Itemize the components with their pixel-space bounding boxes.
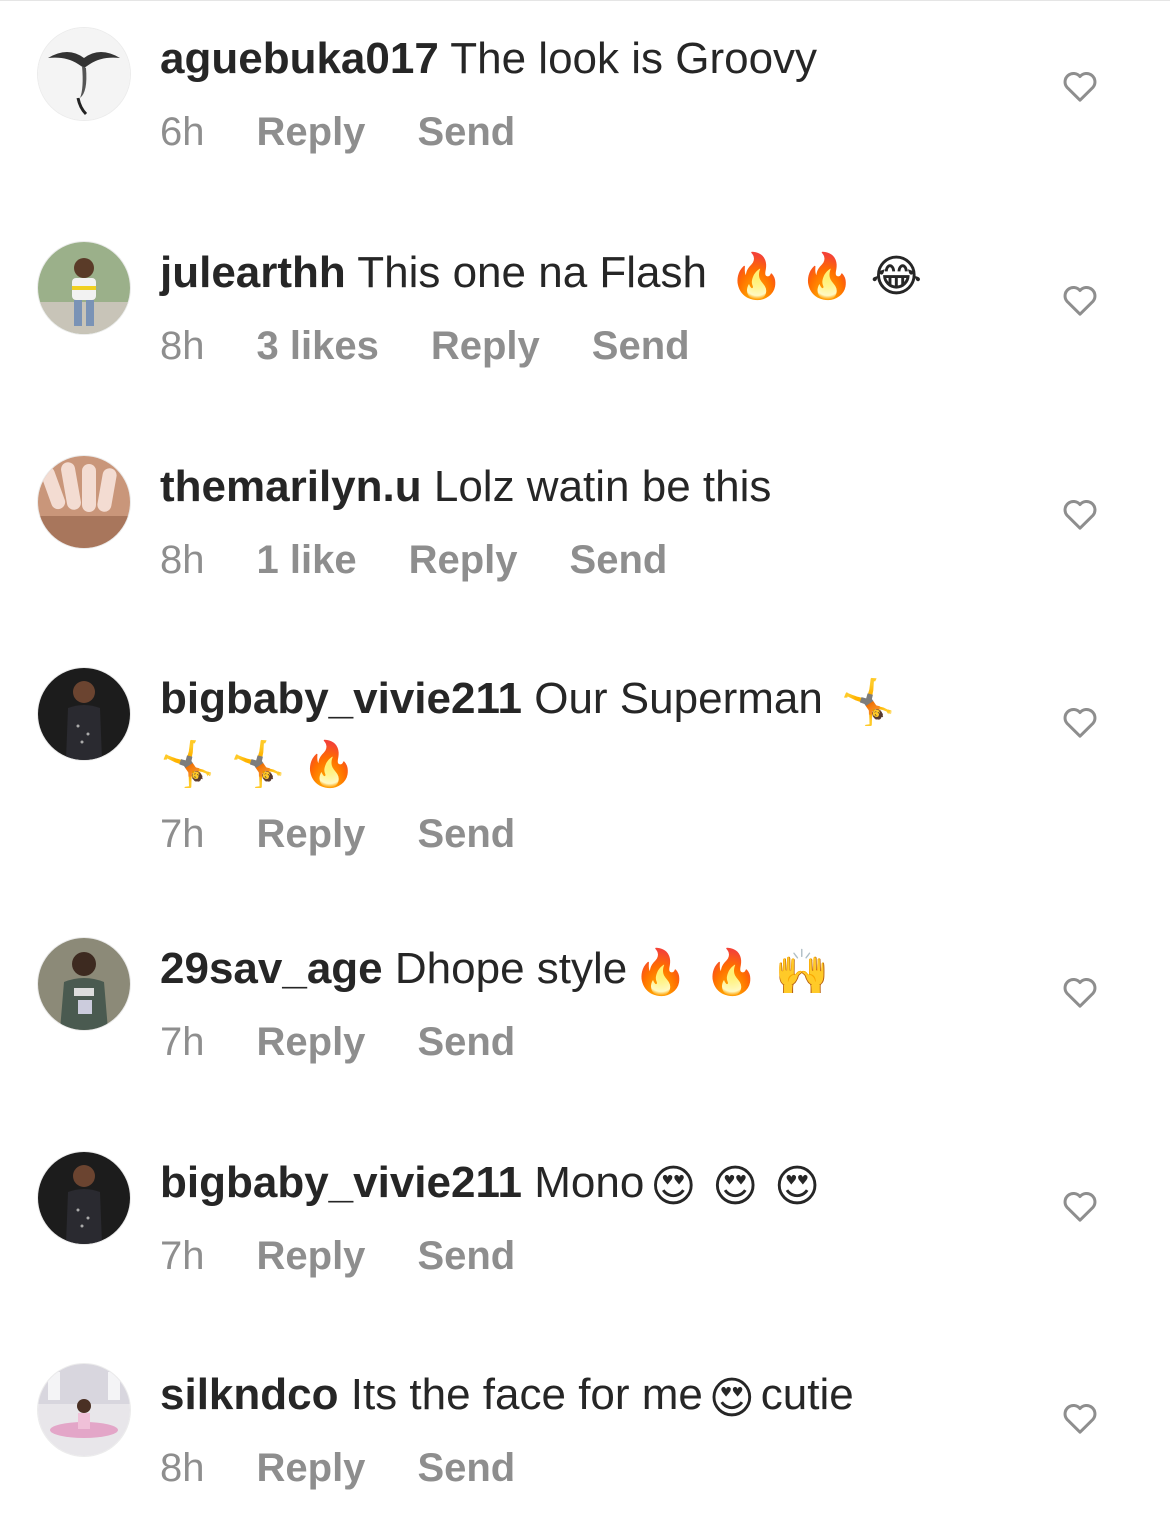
comment-text: bigbaby_vivie211 Our Superman 🤸 🤸 🤸 🔥 — [160, 668, 1000, 792]
comment-meta: 8h 1 like Reply Send — [160, 536, 1000, 584]
fire-emoji: 🔥 — [799, 252, 855, 301]
send-button[interactable]: Send — [417, 1232, 515, 1280]
raised-hands-emoji: 🙌 — [774, 948, 830, 997]
comment-message: Dhope style — [394, 944, 628, 993]
comments-list: aguebuka017 The look is Groovy 6h Reply … — [0, 0, 1170, 1525]
person-avatar-icon[interactable] — [38, 242, 130, 334]
comment-username[interactable]: 29sav_age — [160, 944, 383, 993]
comment-username[interactable]: bigbaby_vivie211 — [160, 1158, 522, 1207]
comment-meta: 7h Reply Send — [160, 1018, 1000, 1066]
comment-body: aguebuka017 The look is Groovy 6h Reply … — [160, 28, 1000, 156]
comment-message: Mono — [534, 1158, 645, 1207]
comment-text: bigbaby_vivie211 Mono 😍 😍 😍 — [160, 1152, 1000, 1214]
send-button[interactable]: Send — [417, 108, 515, 156]
room-avatar-icon[interactable] — [38, 1364, 130, 1456]
send-button[interactable]: Send — [570, 536, 668, 584]
comment-username[interactable]: bigbaby_vivie211 — [160, 674, 522, 723]
comment-message-suffix: cutie — [760, 1370, 854, 1419]
comment-username[interactable]: silkndco — [160, 1370, 339, 1419]
heart-outline-icon[interactable] — [1060, 494, 1100, 534]
cartwheel-emoji: 🤸 — [230, 740, 286, 789]
eagle-avatar-icon[interactable] — [38, 28, 130, 120]
heart-outline-icon[interactable] — [1060, 1398, 1100, 1438]
comment-time: 8h — [160, 1446, 205, 1490]
comment-meta: 7h Reply Send — [160, 1232, 1000, 1280]
person-avatar-icon[interactable] — [38, 938, 130, 1030]
comment-body: bigbaby_vivie211 Mono 😍 😍 😍 7h Reply Send — [160, 1152, 1000, 1280]
comment-body: themarilyn.u Lolz watin be this 8h 1 lik… — [160, 456, 1000, 584]
comment-text: aguebuka017 The look is Groovy — [160, 28, 1000, 90]
send-button[interactable]: Send — [592, 322, 690, 370]
comment-body: bigbaby_vivie211 Our Superman 🤸 🤸 🤸 🔥 7h Rep… — [160, 668, 1000, 858]
cartwheel-emoji: 🤸 — [840, 678, 896, 727]
laughing-emoji: 😂 — [870, 252, 922, 301]
comment-time: 7h — [160, 1234, 205, 1278]
comment-meta: 8h 3 likes Reply Send — [160, 322, 1000, 370]
heart-eyes-emoji: 😍 — [708, 1374, 755, 1423]
comment-message: The look is Groovy — [450, 34, 818, 83]
fire-emoji: 🔥 — [728, 252, 784, 301]
comment-likes[interactable]: 1 like — [257, 536, 357, 584]
comment-message: Our Superman — [534, 674, 823, 723]
send-button[interactable]: Send — [417, 1444, 515, 1492]
comment-time: 6h — [160, 110, 205, 154]
reply-button[interactable]: Reply — [257, 810, 366, 858]
comment-meta: 8h Reply Send — [160, 1444, 1000, 1492]
reply-button[interactable]: Reply — [257, 108, 366, 156]
heart-outline-icon[interactable] — [1060, 702, 1100, 742]
heart-eyes-emoji: 😍 — [650, 1162, 697, 1211]
comment-username[interactable]: julearthh — [160, 248, 346, 297]
comment-time: 8h — [160, 538, 205, 582]
send-button[interactable]: Send — [417, 1018, 515, 1066]
comment-message: Lolz watin be this — [433, 462, 772, 511]
comment-text: silkndco Its the face for me 😍 cutie — [160, 1364, 1000, 1426]
heart-outline-icon[interactable] — [1060, 280, 1100, 320]
heart-outline-icon[interactable] — [1060, 66, 1100, 106]
comment-text: 29sav_age Dhope style 🔥 🔥 🙌 — [160, 938, 1000, 1000]
comment-time: 7h — [160, 812, 205, 856]
comment-text: julearthh This one na Flash 🔥 🔥 😂 — [160, 242, 1000, 304]
comment-time: 8h — [160, 324, 205, 368]
heart-outline-icon[interactable] — [1060, 972, 1100, 1012]
heart-outline-icon[interactable] — [1060, 1186, 1100, 1226]
comment-username[interactable]: aguebuka017 — [160, 34, 439, 83]
fire-emoji: 🔥 — [301, 740, 357, 789]
heart-eyes-emoji: 😍 — [712, 1162, 759, 1211]
comment-message: This one na Flash — [357, 248, 707, 297]
comment-body: julearthh This one na Flash 🔥 🔥 😂 8h 3 like… — [160, 242, 1000, 370]
comment-body: 29sav_age Dhope style 🔥 🔥 🙌 7h Reply Send — [160, 938, 1000, 1066]
send-button[interactable]: Send — [417, 810, 515, 858]
comment-message: Its the face for me — [350, 1370, 703, 1419]
fire-emoji: 🔥 — [704, 948, 759, 997]
reply-button[interactable]: Reply — [257, 1232, 366, 1280]
fire-emoji: 🔥 — [633, 948, 689, 997]
reply-button[interactable]: Reply — [409, 536, 518, 584]
reply-button[interactable]: Reply — [431, 322, 540, 370]
comment-meta: 7h Reply Send — [160, 810, 1000, 858]
person-avatar-icon[interactable] — [38, 668, 130, 760]
reply-button[interactable]: Reply — [257, 1018, 366, 1066]
comment-username[interactable]: themarilyn.u — [160, 462, 422, 511]
comment-time: 7h — [160, 1020, 205, 1064]
nails-avatar-icon[interactable] — [38, 456, 130, 548]
comment-likes[interactable]: 3 likes — [257, 322, 379, 370]
person-avatar-icon[interactable] — [38, 1152, 130, 1244]
reply-button[interactable]: Reply — [257, 1444, 366, 1492]
cartwheel-emoji: 🤸 — [160, 740, 215, 789]
comment-body: silkndco Its the face for me 😍 cutie 8h Re… — [160, 1364, 1000, 1492]
heart-eyes-emoji: 😍 — [774, 1162, 820, 1211]
comment-meta: 6h Reply Send — [160, 108, 1000, 156]
comment-text: themarilyn.u Lolz watin be this — [160, 456, 1000, 518]
